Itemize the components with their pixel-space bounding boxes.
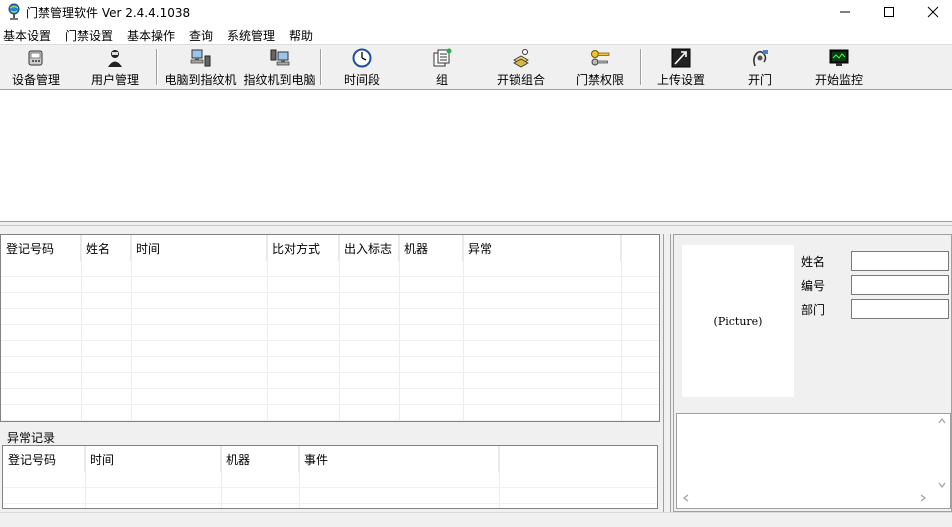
menu-access-settings[interactable]: 门禁设置 [65,27,113,44]
horizontal-splitter[interactable] [0,222,952,226]
device-list-area[interactable] [0,90,952,222]
table-row [1,405,659,421]
person-photo: (Picture) [682,245,794,397]
name-label: 姓名 [801,255,826,269]
table-row [3,488,657,504]
fingerprint-to-pc-label: 指纹机到电脑 [243,73,316,87]
table-row [1,341,659,357]
table-row [1,261,659,277]
table-row [1,277,659,293]
exception-table[interactable]: 登记号码 时间 机器 事件 [2,445,658,509]
menu-basic-operations[interactable]: 基本操作 [127,27,175,44]
table-row [1,357,659,373]
menu-query[interactable]: 查询 [189,27,213,44]
unlock-combination-button[interactable]: 开锁组合 [496,48,546,88]
name-field[interactable] [851,251,949,271]
pc-to-fingerprint-icon [190,48,212,68]
table-row [1,389,659,405]
maximize-icon [884,7,894,17]
department-field[interactable] [851,299,949,319]
col-match-method[interactable]: 比对方式 [267,235,339,261]
menu-bar: 基本设置 门禁设置 基本操作 查询 系统管理 帮助 [0,24,952,44]
scroll-right-icon[interactable] [918,493,928,506]
upload-settings-label: 上传设置 [656,73,705,87]
upload-settings-button[interactable]: 上传设置 [656,48,706,88]
pc-to-fingerprint-label: 电脑到指纹机 [164,73,237,87]
toolbar-separator [320,49,322,85]
picture-placeholder-text: (Picture) [713,314,763,328]
user-icon [104,48,126,68]
table-row [1,309,659,325]
pc-to-fingerprint-button[interactable]: 电脑到指纹机 [163,48,238,88]
open-door-label: 开门 [747,73,772,87]
table-row [1,293,659,309]
records-table[interactable]: 登记号码 姓名 时间 比对方式 出入标志 机器 异常 [0,234,660,422]
toolbar-separator [156,49,158,85]
status-bar [0,512,952,527]
scroll-up-icon[interactable] [937,416,947,429]
id-label: 编号 [801,279,826,293]
unlock-combination-label: 开锁组合 [496,73,545,87]
window-title: 门禁管理软件 Ver 2.4.4.1038 [26,6,191,20]
minimize-button[interactable] [822,0,868,24]
col-name[interactable]: 姓名 [81,235,131,261]
scroll-left-icon[interactable] [681,493,691,506]
access-permission-label: 门禁权限 [575,73,624,87]
col-exception[interactable]: 异常 [463,235,621,261]
minimize-icon [840,11,850,13]
event-log-memo[interactable] [676,413,951,509]
col-machine[interactable]: 机器 [221,446,299,472]
maximize-button[interactable] [866,0,912,24]
fingerprint-to-pc-button[interactable]: 指纹机到电脑 [242,48,317,88]
toolbar-separator [640,49,642,85]
col-in-out-flag[interactable]: 出入标志 [339,235,399,261]
app-globe-icon [6,3,22,21]
time-period-button[interactable]: 时间段 [343,48,381,88]
scroll-down-icon[interactable] [937,480,947,493]
col-registration-number[interactable]: 登记号码 [1,235,81,261]
table-row [1,373,659,389]
start-monitoring-label: 开始监控 [814,73,863,87]
col-registration-number[interactable]: 登记号码 [3,446,85,472]
exception-records-label: 异常记录 [7,431,56,445]
col-machine[interactable]: 机器 [399,235,463,261]
group-icon [431,48,453,68]
person-info-panel: (Picture) 姓名 编号 部门 [673,234,952,512]
time-period-label: 时间段 [343,73,380,87]
user-management-button[interactable]: 用户管理 [89,48,141,88]
device-management-button[interactable]: 设备管理 [11,48,61,88]
open-door-icon [749,48,771,68]
col-time[interactable]: 时间 [131,235,267,261]
department-label: 部门 [801,303,826,317]
vertical-splitter[interactable] [663,234,671,512]
group-button[interactable]: 组 [430,48,454,88]
monitor-icon [828,48,850,68]
group-label: 组 [435,73,448,87]
table-row [1,325,659,341]
open-door-button[interactable]: 开门 [747,48,773,88]
device-icon [25,48,47,68]
clock-icon [351,48,373,68]
menu-basic-settings[interactable]: 基本设置 [3,27,51,44]
user-management-label: 用户管理 [90,73,139,87]
id-field[interactable] [851,275,949,295]
toolbar: 设备管理 用户管理 电脑到指纹机 指纹机到电脑 时间段 组 开锁组合 门禁权限 … [0,44,952,90]
access-permission-button[interactable]: 门禁权限 [575,48,625,88]
close-button[interactable] [910,0,952,24]
upload-icon [670,48,692,68]
title-bar: 门禁管理软件 Ver 2.4.4.1038 [0,0,952,24]
key-icon [589,48,611,68]
col-time[interactable]: 时间 [85,446,221,472]
menu-help[interactable]: 帮助 [289,27,313,44]
start-monitoring-button[interactable]: 开始监控 [814,48,864,88]
close-icon [927,6,939,18]
col-event[interactable]: 事件 [299,446,499,472]
table-row [3,472,657,488]
fingerprint-to-pc-icon [269,48,291,68]
unlock-combo-icon [510,48,532,68]
menu-system-management[interactable]: 系统管理 [227,27,275,44]
device-management-label: 设备管理 [11,73,60,87]
